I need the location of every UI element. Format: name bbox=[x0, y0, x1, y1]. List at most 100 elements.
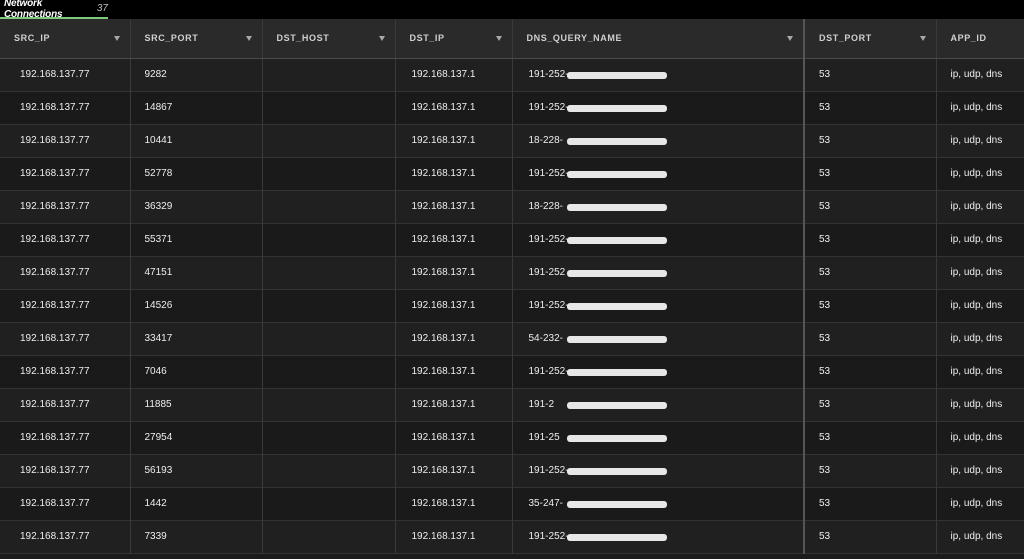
redaction-scribble bbox=[566, 270, 667, 277]
dns-query-prefix: 191-252- bbox=[528, 102, 569, 113]
column-header-dst-port[interactable]: DST_PORT bbox=[803, 19, 937, 59]
cell-src-ip: 192.168.137.77 bbox=[0, 190, 131, 223]
cell-dst-host bbox=[262, 91, 396, 124]
table-row[interactable]: 192.168.137.77 36329 192.168.137.1 18-228- 5… bbox=[0, 190, 1024, 223]
connections-grid: SRC_IP SRC_PORT DST_HOST DST_IP DNS_QUER… bbox=[0, 19, 1024, 559]
redaction-scribble bbox=[566, 105, 667, 112]
table-row[interactable]: 192.168.137.77 7046 192.168.137.1 191-252- 5… bbox=[0, 355, 1024, 388]
cell-src-port: 14526 bbox=[130, 289, 263, 322]
table-row[interactable]: 192.168.137.77 52778 192.168.137.1 191-252-… bbox=[0, 157, 1024, 190]
column-label: APP_ID bbox=[950, 33, 987, 43]
cell-dst-ip: 192.168.137.1 bbox=[395, 454, 513, 487]
table-row[interactable]: 192.168.137.77 33417 192.168.137.1 54-232- 5… bbox=[0, 322, 1024, 355]
table-row[interactable]: 192.168.137.77 56193 192.168.137.1 191-252-… bbox=[0, 454, 1024, 487]
cell-dst-ip: 192.168.137.1 bbox=[395, 355, 513, 388]
table-row[interactable]: 192.168.137.77 7339 192.168.137.1 191-252- 5… bbox=[0, 520, 1024, 553]
filter-icon[interactable] bbox=[919, 36, 926, 41]
dns-query-prefix: 191-252- bbox=[528, 69, 569, 80]
connections-table: SRC_IP SRC_PORT DST_HOST DST_IP DNS_QUER… bbox=[0, 19, 1024, 554]
dns-query-value: 191-2 bbox=[528, 399, 667, 410]
redaction-scribble bbox=[566, 72, 667, 79]
cell-dns-query-name: 54-232- bbox=[512, 322, 805, 355]
cell-dns-query-name: 191-2 bbox=[512, 388, 805, 421]
cell-dst-ip: 192.168.137.1 bbox=[395, 58, 513, 91]
cell-dst-host bbox=[262, 421, 396, 454]
cell-src-port: 11885 bbox=[130, 388, 263, 421]
cell-dst-host bbox=[262, 454, 396, 487]
dns-query-prefix: 18-228- bbox=[528, 135, 563, 146]
filter-icon[interactable] bbox=[495, 36, 502, 41]
cell-dst-ip: 192.168.137.1 bbox=[395, 388, 513, 421]
cell-app-id: ip, udp, dns bbox=[950, 465, 1003, 476]
cell-src-ip: 192.168.137.77 bbox=[0, 388, 131, 421]
cell-app-id: ip, udp, dns bbox=[950, 168, 1003, 179]
table-row[interactable]: 192.168.137.77 47151 192.168.137.1 191-252 5… bbox=[0, 256, 1024, 289]
cell-src-ip: 192.168.137.77 bbox=[0, 322, 131, 355]
dns-query-prefix: 35-247- bbox=[528, 498, 563, 509]
cell-dns-query-name: 191-252- bbox=[512, 520, 805, 553]
filter-icon[interactable] bbox=[113, 36, 120, 41]
column-header-dst-host[interactable]: DST_HOST bbox=[262, 19, 396, 59]
cell-app-id: ip, udp, dns bbox=[950, 531, 1003, 542]
cell-app-id: ip, udp, dns bbox=[950, 201, 1003, 212]
cell-dst-port: 53 bbox=[803, 520, 937, 553]
redaction-scribble bbox=[566, 303, 667, 310]
cell-app-id: ip, udp, dns bbox=[950, 366, 1003, 377]
column-header-src-port[interactable]: SRC_PORT bbox=[130, 19, 263, 59]
table-row[interactable]: 192.168.137.77 14526 192.168.137.1 191-252-… bbox=[0, 289, 1024, 322]
dns-query-value: 191-252- bbox=[529, 168, 667, 179]
redaction-scribble bbox=[566, 369, 667, 376]
cell-dns-query-name: 35-247- bbox=[512, 487, 805, 520]
column-header-dst-ip[interactable]: DST_IP bbox=[395, 19, 513, 59]
cell-app-id: ip, udp, dns bbox=[950, 267, 1003, 278]
table-row[interactable]: 192.168.137.77 55371 192.168.137.1 191-252-… bbox=[0, 223, 1024, 256]
cell-app-id: ip, udp, dns bbox=[950, 498, 1003, 509]
dns-query-prefix: 191-252- bbox=[528, 300, 569, 311]
dns-query-value: 191-252- bbox=[529, 234, 667, 245]
tab-network-connections[interactable]: Network Connections 37 bbox=[0, 0, 108, 20]
cell-dst-port: 53 bbox=[803, 322, 937, 355]
cell-src-port: 10441 bbox=[130, 124, 263, 157]
cell-dst-host bbox=[262, 124, 396, 157]
redaction-scribble bbox=[566, 336, 667, 343]
cell-app-id: ip, udp, dns bbox=[950, 399, 1003, 410]
cell-dns-query-name: 191-252- bbox=[512, 91, 805, 124]
column-header-src-ip[interactable]: SRC_IP bbox=[0, 19, 131, 59]
dns-query-value: 35-247- bbox=[528, 498, 667, 509]
table-row[interactable]: 192.168.137.77 9282 192.168.137.1 191-252- 5… bbox=[0, 58, 1024, 91]
table-row[interactable]: 192.168.137.77 11885 192.168.137.1 191-2 53 i… bbox=[0, 388, 1024, 421]
dns-query-value: 191-252- bbox=[528, 465, 667, 476]
cell-dst-ip: 192.168.137.1 bbox=[395, 256, 513, 289]
redaction-scribble bbox=[566, 171, 667, 178]
cell-dst-port: 53 bbox=[803, 487, 937, 520]
redaction-scribble bbox=[566, 435, 667, 442]
cell-dns-query-name: 191-252 bbox=[512, 256, 805, 289]
cell-dns-query-name: 191-252- bbox=[512, 289, 805, 322]
table-row[interactable]: 192.168.137.77 14867 192.168.137.1 191-252-… bbox=[0, 91, 1024, 124]
column-header-dns-query-name[interactable]: DNS_QUERY_NAME bbox=[512, 19, 805, 59]
table-row[interactable]: 192.168.137.77 27954 192.168.137.1 191-25 53… bbox=[0, 421, 1024, 454]
cell-dns-query-name: 191-252- bbox=[512, 157, 805, 190]
cell-dst-ip: 192.168.137.1 bbox=[395, 223, 513, 256]
cell-src-port: 14867 bbox=[130, 91, 263, 124]
cell-dns-query-name: 191-252- bbox=[512, 58, 805, 91]
cell-dst-port: 53 bbox=[803, 91, 937, 124]
dns-query-prefix: 191-252- bbox=[528, 465, 569, 476]
column-header-app-id[interactable]: APP_ID bbox=[936, 19, 1024, 59]
cell-src-ip: 192.168.137.77 bbox=[0, 124, 131, 157]
dns-query-prefix: 191-2 bbox=[528, 399, 555, 410]
filter-icon[interactable] bbox=[378, 36, 385, 41]
filter-icon[interactable] bbox=[787, 36, 793, 41]
redaction-scribble bbox=[566, 468, 667, 475]
column-label: DST_IP bbox=[409, 33, 445, 43]
column-label: DNS_QUERY_NAME bbox=[526, 33, 623, 43]
table-row[interactable]: 192.168.137.77 10441 192.168.137.1 18-228- 5… bbox=[0, 124, 1024, 157]
filter-icon[interactable] bbox=[245, 36, 252, 41]
cell-src-port: 1442 bbox=[130, 487, 263, 520]
cell-dst-port: 53 bbox=[803, 421, 937, 454]
cell-app-id: ip, udp, dns bbox=[950, 333, 1003, 344]
cell-src-ip: 192.168.137.77 bbox=[0, 355, 131, 388]
column-label: DST_PORT bbox=[819, 33, 872, 43]
cell-dst-host bbox=[262, 157, 396, 190]
table-row[interactable]: 192.168.137.77 1442 192.168.137.1 35-247- 53… bbox=[0, 487, 1024, 520]
